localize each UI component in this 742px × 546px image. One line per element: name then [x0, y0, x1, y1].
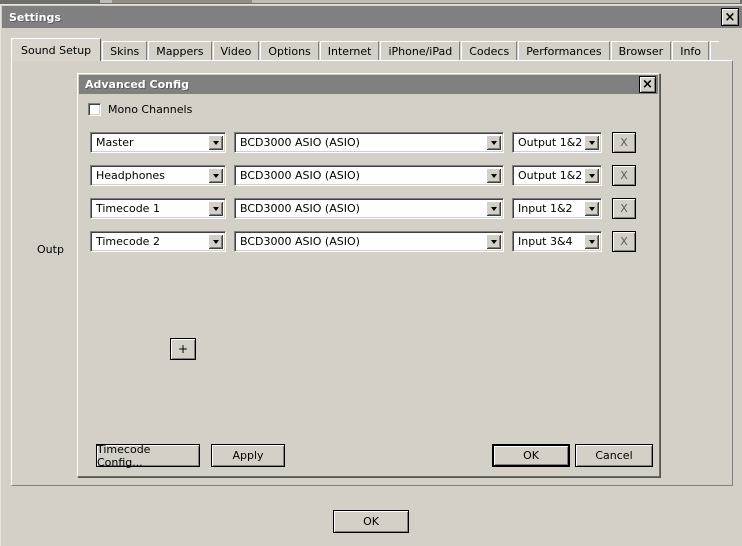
tab-iphone-ipad[interactable]: iPhone/iPad [380, 41, 461, 61]
bus-select-0[interactable]: Master [90, 132, 226, 153]
routing-row: Headphones BCD3000 ASIO (ASIO) Output 1&… [90, 165, 650, 186]
bus-select-2[interactable]: Timecode 1 [90, 198, 226, 219]
tab-browser[interactable]: Browser [610, 41, 672, 61]
channel-select-value: Input 1&2 [518, 202, 573, 215]
device-select-value: BCD3000 ASIO (ASIO) [240, 169, 360, 182]
tab-label: Options [268, 45, 311, 58]
channel-select-1[interactable]: Output 1&2 [512, 165, 602, 186]
tab-info[interactable]: Info [672, 41, 710, 61]
tab-label: Internet [327, 45, 372, 58]
tab-label: Skins [110, 45, 140, 58]
bus-select-value: Timecode 2 [96, 235, 160, 248]
channel-select-value: Output 1&2 [518, 136, 583, 149]
tab-mappers[interactable]: Mappers [148, 41, 212, 61]
device-select-value: BCD3000 ASIO (ASIO) [240, 136, 360, 149]
chevron-down-icon[interactable] [584, 234, 599, 249]
advanced-config-cancel-button[interactable]: Cancel [575, 444, 653, 467]
tab-label: Browser [618, 45, 664, 58]
advanced-config-dialog: Advanced Config × Mono Channels Master B… [77, 73, 660, 477]
advanced-config-title: Advanced Config [85, 78, 189, 91]
bus-select-value: Master [96, 136, 134, 149]
channel-select-2[interactable]: Input 1&2 [512, 198, 602, 219]
tab-label: Codecs [469, 45, 510, 58]
bus-select-3[interactable]: Timecode 2 [90, 231, 226, 252]
outputs-label: Outp [37, 243, 64, 256]
settings-tabstrip: Sound Setup Skins Mappers Video Options … [11, 38, 733, 61]
device-select-0[interactable]: BCD3000 ASIO (ASIO) [234, 132, 504, 153]
advanced-config-ok-button[interactable]: OK [492, 444, 570, 467]
tabstrip-filler [710, 41, 720, 61]
close-icon[interactable]: × [721, 8, 739, 26]
chevron-down-icon[interactable] [584, 201, 599, 216]
apply-button[interactable]: Apply [211, 444, 285, 467]
tab-label: Info [680, 45, 702, 58]
tab-performances[interactable]: Performances [518, 41, 610, 61]
chevron-down-icon[interactable] [208, 234, 223, 249]
chevron-down-icon[interactable] [486, 201, 501, 216]
device-select-2[interactable]: BCD3000 ASIO (ASIO) [234, 198, 504, 219]
bus-select-value: Headphones [96, 169, 165, 182]
device-select-value: BCD3000 ASIO (ASIO) [240, 235, 360, 248]
chevron-down-icon[interactable] [486, 135, 501, 150]
chevron-down-icon[interactable] [486, 234, 501, 249]
device-select-1[interactable]: BCD3000 ASIO (ASIO) [234, 165, 504, 186]
channel-select-value: Output 1&2 [518, 169, 583, 182]
channel-select-value: Input 3&4 [518, 235, 573, 248]
advanced-config-titlebar: Advanced Config × [79, 75, 658, 94]
chevron-down-icon[interactable] [584, 135, 599, 150]
chevron-down-icon[interactable] [486, 168, 501, 183]
tab-label: Video [220, 45, 252, 58]
tab-internet[interactable]: Internet [319, 41, 380, 61]
routing-row: Timecode 1 BCD3000 ASIO (ASIO) Input 1&2… [90, 198, 650, 219]
settings-window-title: Settings [9, 10, 61, 24]
settings-ok-button[interactable]: OK [333, 510, 409, 533]
chevron-down-icon[interactable] [208, 168, 223, 183]
mono-channels-checkbox[interactable] [88, 103, 101, 116]
remove-row-button-0[interactable]: X [612, 132, 636, 153]
timecode-config-button[interactable]: Timecode Config... [96, 443, 200, 469]
background-window-titlebar-hint [112, 0, 252, 3]
tab-label: Performances [526, 45, 602, 58]
tab-sound-setup[interactable]: Sound Setup [11, 38, 102, 61]
remove-row-button-2[interactable]: X [612, 198, 636, 219]
chevron-down-icon[interactable] [208, 135, 223, 150]
routing-row: Timecode 2 BCD3000 ASIO (ASIO) Input 3&4… [90, 231, 650, 252]
bus-select-value: Timecode 1 [96, 202, 160, 215]
tab-skins[interactable]: Skins [102, 41, 148, 61]
tab-label: Sound Setup [21, 43, 92, 57]
mono-channels-row: Mono Channels [88, 103, 192, 116]
device-select-3[interactable]: BCD3000 ASIO (ASIO) [234, 231, 504, 252]
channel-select-3[interactable]: Input 3&4 [512, 231, 602, 252]
close-icon[interactable]: × [639, 76, 656, 93]
chevron-down-icon[interactable] [208, 201, 223, 216]
device-select-value: BCD3000 ASIO (ASIO) [240, 202, 360, 215]
settings-titlebar: Settings × [2, 6, 742, 28]
tab-label: Mappers [156, 45, 204, 58]
tab-label: iPhone/iPad [388, 45, 453, 58]
bus-select-1[interactable]: Headphones [90, 165, 226, 186]
remove-row-button-3[interactable]: X [612, 231, 636, 252]
tab-options[interactable]: Options [260, 41, 319, 61]
tab-video[interactable]: Video [212, 41, 260, 61]
mono-channels-label: Mono Channels [108, 103, 193, 116]
add-row-button[interactable]: + [170, 338, 196, 360]
tab-codecs[interactable]: Codecs [461, 41, 518, 61]
chevron-down-icon[interactable] [584, 168, 599, 183]
channel-select-0[interactable]: Output 1&2 [512, 132, 602, 153]
remove-row-button-1[interactable]: X [612, 165, 636, 186]
routing-row: Master BCD3000 ASIO (ASIO) Output 1&2 X [90, 132, 650, 153]
